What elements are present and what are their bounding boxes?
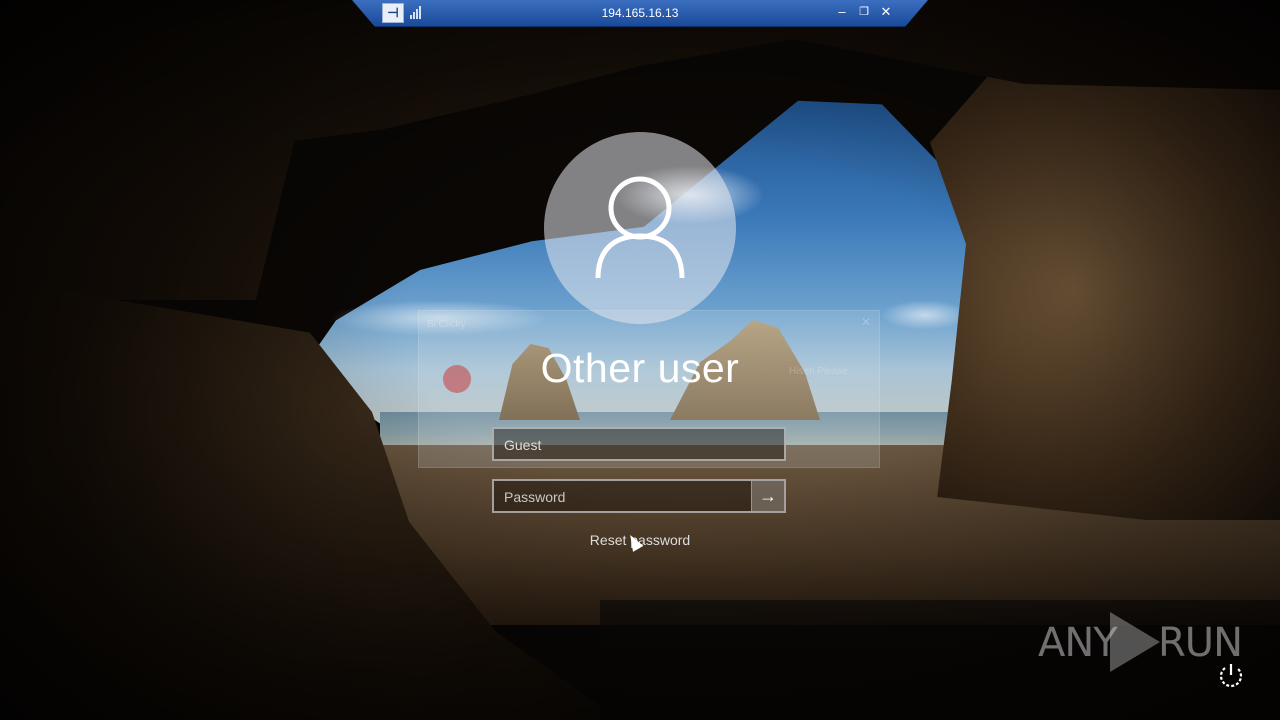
- dialog-title: Bi Clicky: [427, 319, 466, 330]
- play-icon: [1110, 612, 1160, 672]
- user-avatar: [544, 132, 736, 324]
- username-heading: Other user: [540, 345, 740, 391]
- remote-session-bar: ⊣ 194.165.16.13 – ❐ ✕: [352, 0, 928, 27]
- username-field[interactable]: [492, 427, 786, 461]
- watermark-text-left: ANY: [1038, 620, 1118, 666]
- username-input[interactable]: [502, 429, 756, 461]
- password-input[interactable]: [502, 481, 756, 513]
- close-button[interactable]: ✕: [878, 3, 894, 21]
- anyrun-watermark: ANY RUN: [1038, 612, 1243, 672]
- restore-button[interactable]: ❐: [856, 3, 872, 21]
- submit-arrow-button[interactable]: →: [751, 481, 784, 511]
- dialog-close-icon: ✕: [860, 315, 871, 329]
- password-field[interactable]: →: [492, 479, 786, 513]
- minimize-button[interactable]: –: [834, 3, 850, 21]
- power-options-icon[interactable]: [1216, 660, 1246, 690]
- user-icon: [595, 176, 685, 279]
